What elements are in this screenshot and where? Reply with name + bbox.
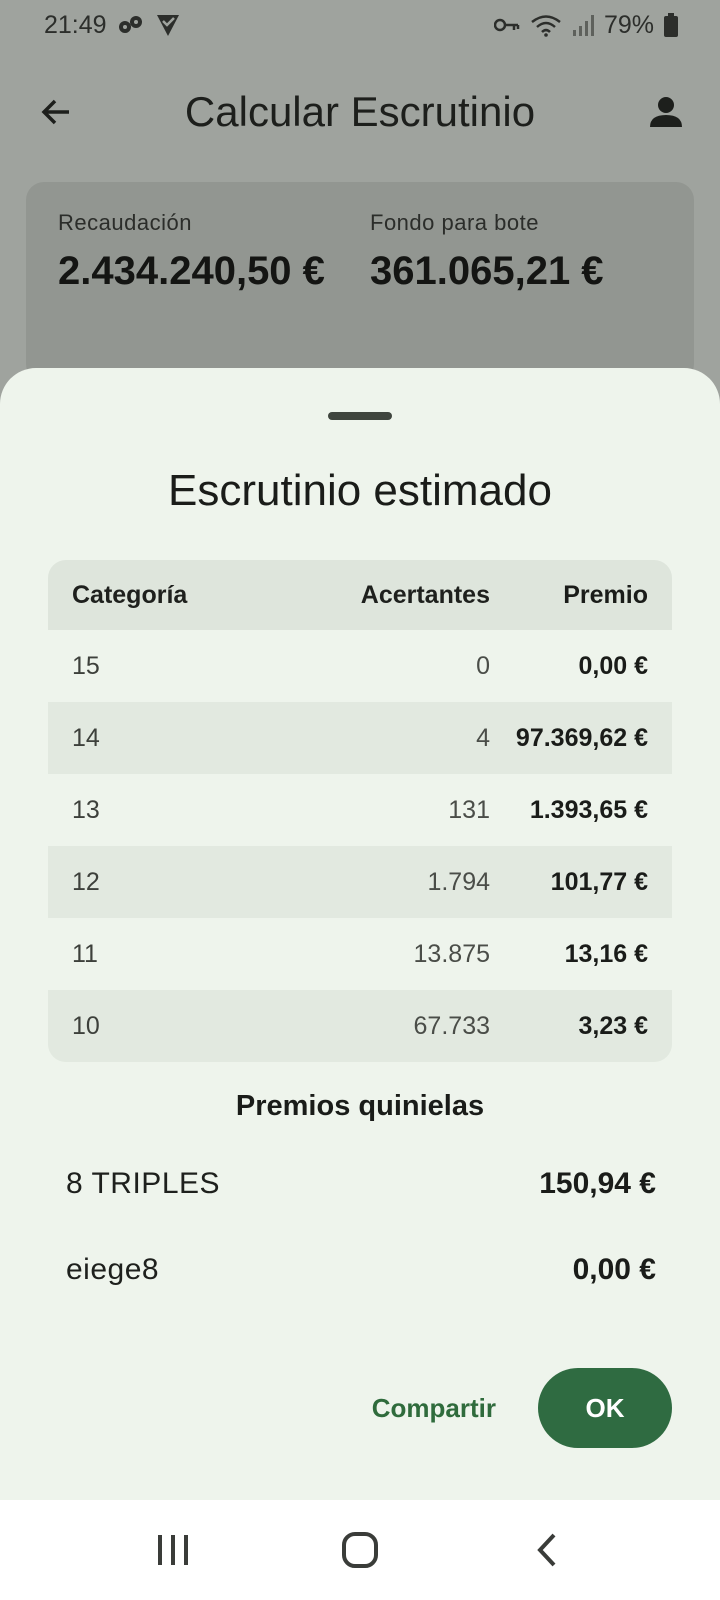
table-row: 12 1.794 101,77 € [48, 846, 672, 918]
vpn-key-icon [493, 17, 520, 33]
nav-recents-button[interactable] [133, 1510, 213, 1590]
cell-categoria: 13 [72, 795, 100, 824]
person-icon [650, 97, 682, 127]
fondo-value: 361.065,21 € [370, 249, 604, 293]
cell-premio: 0,00 € [578, 651, 648, 680]
quiniela-name: 8 TRIPLES [66, 1167, 221, 1200]
header-premio: Premio [563, 580, 648, 609]
cell-acertantes: 4 [476, 723, 490, 752]
sheet-title: Escrutinio estimado [168, 466, 552, 515]
ok-button[interactable]: OK [538, 1368, 672, 1448]
verified-icon [155, 12, 181, 38]
recaudacion-block: Recaudación 2.434.240,50 € [58, 210, 348, 298]
cell-premio: 3,23 € [578, 1011, 648, 1040]
sheet-actions: Compartir OK [372, 1368, 672, 1448]
home-icon [341, 1532, 378, 1568]
nav-back-icon [536, 1533, 556, 1567]
table-header: Categoría Acertantes Premio [48, 560, 672, 630]
nav-back-button[interactable] [507, 1510, 587, 1590]
cell-acertantes: 131 [448, 795, 490, 824]
cell-premio: 1.393,65 € [529, 795, 648, 824]
account-button[interactable] [642, 88, 690, 136]
quiniela-item: 8 TRIPLES 150,94 € [66, 1160, 656, 1208]
fondo-block: Fondo para bote 361.065,21 € [370, 210, 670, 298]
top-app-bar: Calcular Escrutinio [0, 70, 720, 154]
cell-acertantes: 67.733 [413, 1011, 490, 1040]
cell-categoria: 14 [72, 723, 100, 752]
nav-home-button[interactable] [320, 1510, 400, 1590]
share-button[interactable]: Compartir [372, 1393, 496, 1424]
quiniela-prize: 150,94 € [539, 1167, 656, 1200]
wifi-icon [530, 13, 562, 37]
notification-icon [117, 13, 145, 37]
status-time: 21:49 [44, 10, 107, 39]
drag-handle[interactable] [328, 412, 392, 420]
recaudacion-value: 2.434.240,50 € [58, 249, 325, 293]
cell-premio: 97.369,62 € [515, 723, 648, 752]
summary-card: Recaudación 2.434.240,50 € Fondo para bo… [26, 182, 694, 382]
cell-acertantes: 0 [476, 651, 490, 680]
quiniela-name: eiege8 [66, 1253, 160, 1286]
quinielas-title: Premios quinielas [235, 1090, 485, 1122]
cell-premio: 101,77 € [550, 867, 648, 896]
table-row: 14 4 97.369,62 € [48, 702, 672, 774]
quiniela-prize: 0,00 € [572, 1253, 656, 1286]
quiniela-item: eiege8 0,00 € [66, 1246, 656, 1294]
cell-categoria: 15 [72, 651, 100, 680]
header-acertantes: Acertantes [360, 580, 490, 609]
cell-acertantes: 1.794 [427, 867, 490, 896]
status-bar: 21:49 79% [0, 0, 720, 50]
cell-categoria: 11 [72, 939, 98, 968]
table-row: 13 131 1.393,65 € [48, 774, 672, 846]
signal-icon [572, 14, 594, 36]
cell-categoria: 10 [72, 1011, 100, 1040]
battery-icon [664, 13, 678, 37]
battery-percent: 79% [603, 10, 654, 39]
cell-acertantes: 13.875 [413, 939, 490, 968]
system-nav-bar [0, 1500, 720, 1600]
cell-categoria: 12 [72, 867, 100, 896]
page-title: Calcular Escrutinio [184, 88, 536, 135]
header-categoria: Categoría [72, 580, 188, 609]
results-table: Categoría Acertantes Premio 15 0 0,00 € … [48, 560, 672, 1062]
bottom-sheet: Escrutinio estimado Categoría Acertantes… [0, 368, 720, 1500]
table-row: 15 0 0,00 € [48, 630, 672, 702]
table-row: 11 13.875 13,16 € [48, 918, 672, 990]
fondo-label: Fondo para bote [370, 210, 539, 235]
table-row: 10 67.733 3,23 € [48, 990, 672, 1062]
cell-premio: 13,16 € [564, 939, 648, 968]
recents-icon [158, 1535, 189, 1565]
recaudacion-label: Recaudación [58, 210, 192, 235]
